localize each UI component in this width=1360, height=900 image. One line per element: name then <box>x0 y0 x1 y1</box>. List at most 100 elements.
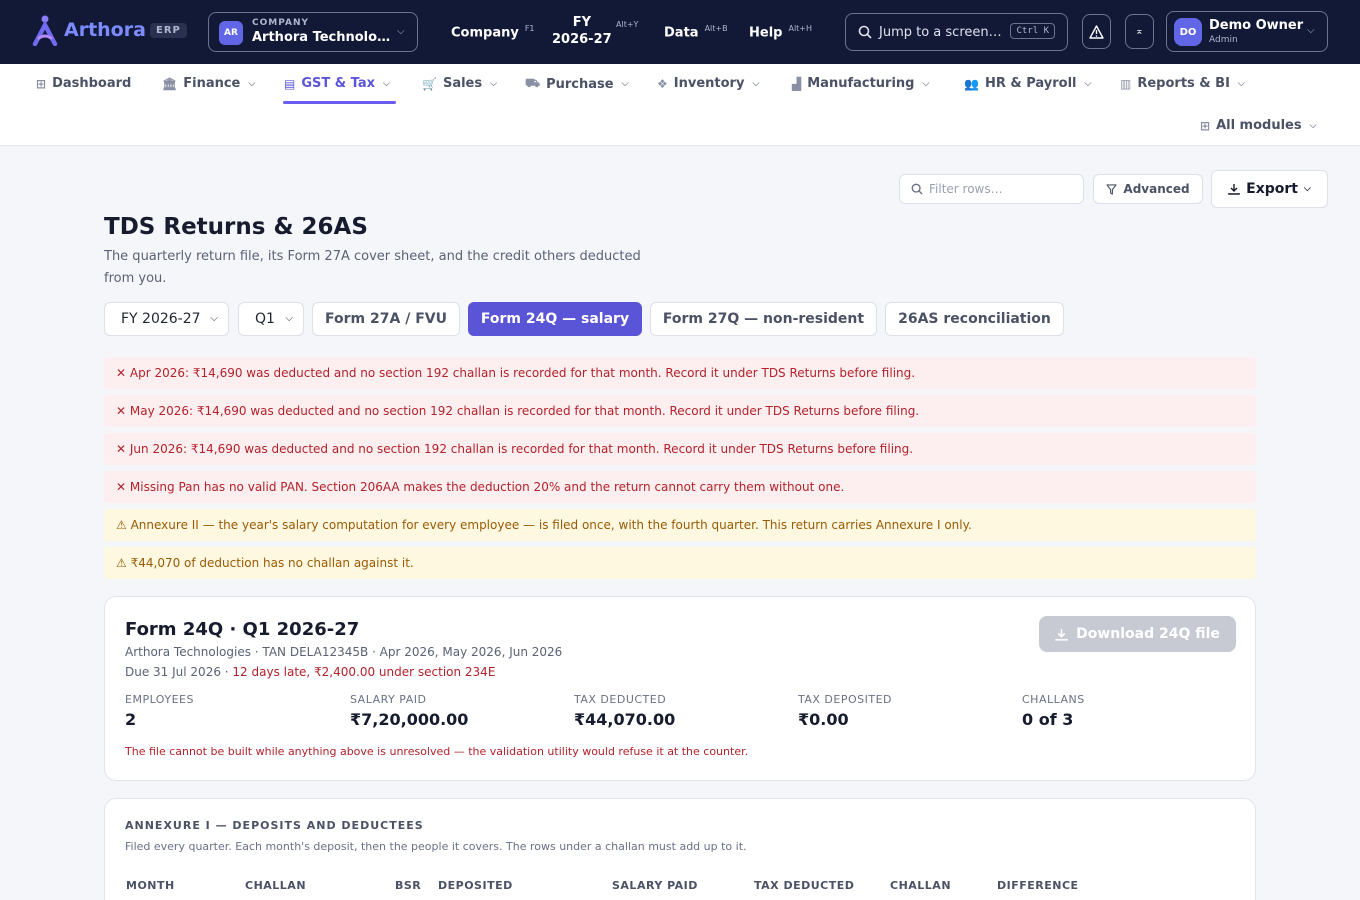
quarter-select[interactable]: Q1 ⌵ <box>238 302 304 336</box>
chevron-down-icon: ⌵ <box>922 78 930 89</box>
close-icon: ✕ <box>116 366 127 380</box>
all-modules-button[interactable]: ⊞ All modules ⌵ <box>1200 118 1316 133</box>
company-avatar: AR <box>219 21 243 45</box>
advanced-label: Advanced <box>1123 182 1190 196</box>
nav-item-purchase[interactable]: ⛟ Purchase ⌵ <box>525 76 628 92</box>
error-alert: ✕ Missing Pan has no valid PAN. Section … <box>104 471 1256 503</box>
active-tab-indicator <box>283 101 396 104</box>
nav-item-hr-payroll[interactable]: 👥 HR & Payroll ⌵ <box>964 76 1091 91</box>
collapse-button[interactable]: ⌅ <box>1125 14 1154 49</box>
stat-tax-deposited: TAX DEPOSITED ₹0.00 <box>798 693 892 729</box>
filter-rows-input[interactable]: Filter rows… <box>899 174 1084 204</box>
stat-salary-paid: SALARY PAID ₹7,20,000.00 <box>350 693 468 729</box>
column-header-challan[interactable]: CHALLAN <box>245 879 306 892</box>
stat-label: TAX DEDUCTED <box>574 693 667 706</box>
late-fee: 12 days late, ₹2,400.00 under section 23… <box>232 665 496 679</box>
download-24q-button[interactable]: Download 24Q file <box>1039 616 1236 652</box>
user-name: Demo Owner <box>1209 18 1304 33</box>
stat-value: ₹0.00 <box>798 710 849 729</box>
chevron-down-icon: ⌵ <box>285 313 293 324</box>
menu-help-label: Help <box>749 25 783 41</box>
stat-label: SALARY PAID <box>350 693 427 706</box>
export-label: Export <box>1246 181 1298 197</box>
nav-item-label: Reports & BI <box>1137 76 1230 91</box>
column-header-tax-deducted[interactable]: TAX DEDUCTED <box>754 879 854 892</box>
fy-select[interactable]: FY 2026-27 ⌵ <box>104 302 229 336</box>
filter-icon <box>1106 183 1118 195</box>
column-header-deposited[interactable]: DEPOSITED <box>438 879 513 892</box>
stat-label: TAX DEPOSITED <box>798 693 893 706</box>
download-label: Download 24Q file <box>1076 626 1220 642</box>
nav-item-label: Finance <box>183 76 241 91</box>
nav-item-sales[interactable]: 🛒 Sales ⌵ <box>422 76 497 91</box>
menu-company-label: Company <box>451 25 519 41</box>
stat-value: ₹44,070.00 <box>574 710 676 729</box>
top-bar: Arthora ERP AR COMPANY Arthora Technolo…… <box>0 0 1360 64</box>
boxes-icon: ❖ <box>657 76 668 91</box>
nav-item-inventory[interactable]: ❖ Inventory ⌵ <box>657 76 759 91</box>
cart-icon: 🛒 <box>422 76 437 91</box>
screen-search[interactable]: Jump to a screen… Ctrl K <box>845 13 1068 51</box>
nav-item-manufacturing[interactable]: ▟ Manufacturing ⌵ <box>792 76 929 91</box>
column-header-difference[interactable]: DIFFERENCE <box>997 879 1079 892</box>
search-placeholder: Jump to a screen… <box>879 25 1002 40</box>
brand-logo[interactable]: Arthora <box>32 14 146 46</box>
brand-name: Arthora <box>64 19 146 41</box>
search-shortcut: Ctrl K <box>1010 23 1055 39</box>
collapse-icon: ⌅ <box>1135 26 1144 37</box>
annexure-subtitle: Filed every quarter. Each month's deposi… <box>125 840 747 853</box>
warning-icon: ⚠ <box>116 518 127 532</box>
tab-form-24q-salary[interactable]: Form 24Q — salary <box>468 302 642 336</box>
user-role: Admin <box>1209 35 1238 45</box>
return-summary-card: Form 24Q · Q1 2026-27 Arthora Technologi… <box>104 596 1256 781</box>
avatar: DO <box>1174 18 1202 46</box>
alert-text: Missing Pan has no valid PAN. Section 20… <box>129 480 845 494</box>
nav-item-gst-tax[interactable]: ▤ GST & Tax ⌵ <box>284 76 390 91</box>
user-menu[interactable]: DO Demo Owner Admin ⌵ <box>1166 11 1328 52</box>
company-name: Arthora Technolo… <box>252 30 391 45</box>
tab-form-27a-fvu[interactable]: Form 27A / FVU <box>312 302 460 336</box>
tab-form-27q-non-resident[interactable]: Form 27Q — non-resident <box>650 302 877 336</box>
alerts-button[interactable] <box>1082 14 1111 49</box>
column-header-challan-amount[interactable]: CHALLAN <box>890 879 951 892</box>
export-button[interactable]: Export ⌵ <box>1211 170 1328 208</box>
chevron-down-icon: ⌵ <box>490 78 497 89</box>
return-due-line: Due 31 Jul 2026 · 12 days late, ₹2,400.0… <box>125 665 495 679</box>
menu-help-shortcut: Alt+H <box>788 24 813 33</box>
annexure-card: ANNEXURE I — DEPOSITS AND DEDUCTEES File… <box>104 798 1256 900</box>
nav-item-dashboard[interactable]: ⊞ Dashboard <box>36 76 131 91</box>
chevron-down-icon: ⌵ <box>752 78 760 89</box>
nav-item-finance[interactable]: 🏛 Finance ⌵ <box>162 76 255 91</box>
alert-text: Jun 2026: ₹14,690 was deducted and no se… <box>129 442 914 456</box>
fy-select-value: FY 2026-27 <box>121 311 201 327</box>
column-header-month[interactable]: MONTH <box>126 879 175 892</box>
page-title: TDS Returns & 26AS <box>104 214 368 240</box>
chevron-down-icon: ⌵ <box>397 26 405 37</box>
advanced-filter-button[interactable]: Advanced <box>1093 174 1203 204</box>
nav-item-reports-bi[interactable]: ▥ Reports & BI ⌵ <box>1120 76 1245 91</box>
search-icon <box>911 183 923 195</box>
warning-alert: ⚠ ₹44,070 of deduction has no challan ag… <box>104 547 1256 579</box>
stat-label: EMPLOYEES <box>125 693 194 706</box>
chevron-down-icon: ⌵ <box>382 78 390 89</box>
alert-text: ₹44,070 of deduction has no challan agai… <box>130 556 414 570</box>
filter-placeholder: Filter rows… <box>929 182 1003 196</box>
nav-item-label: Sales <box>442 76 483 91</box>
bank-icon: 🏛 <box>162 76 178 91</box>
stat-value: 2 <box>125 710 137 729</box>
chevron-down-icon: ⌵ <box>1237 78 1245 89</box>
column-header-bsr[interactable]: BSR <box>395 879 421 892</box>
people-icon: 👥 <box>964 76 979 91</box>
chevron-down-icon: ⌵ <box>621 79 629 89</box>
menu-company-shortcut: F1 <box>524 24 535 33</box>
return-title: Form 24Q · Q1 2026-27 <box>125 619 360 640</box>
chevron-down-icon: ⌵ <box>248 78 256 89</box>
column-header-salary-paid[interactable]: SALARY PAID <box>612 879 698 892</box>
close-icon: ✕ <box>116 404 127 418</box>
company-switcher[interactable]: AR COMPANY Arthora Technolo… ⌵ <box>208 12 418 52</box>
search-icon <box>858 25 872 39</box>
validation-note: The file cannot be built while anything … <box>125 745 749 758</box>
chevron-down-icon: ⌵ <box>1307 25 1315 36</box>
tab-26as-reconciliation[interactable]: 26AS reconciliation <box>885 302 1064 336</box>
return-details: Arthora Technologies · TAN DELA12345B · … <box>125 645 563 659</box>
